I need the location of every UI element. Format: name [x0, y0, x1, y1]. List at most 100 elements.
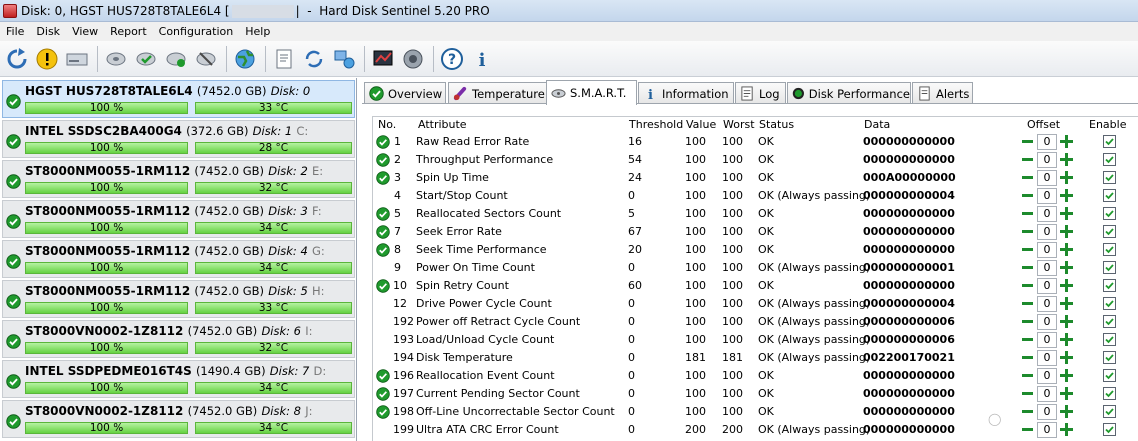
offset-decrease-button[interactable]: [1022, 284, 1033, 287]
offset-decrease-button[interactable]: [1022, 410, 1033, 413]
offset-increase-button[interactable]: [1060, 189, 1073, 202]
chart-icon[interactable]: [369, 45, 397, 73]
offset-decrease-button[interactable]: [1022, 248, 1033, 251]
disk-item[interactable]: ST8000NM0055-1RM112 (7452.0 GB) Disk: 5 …: [2, 280, 355, 318]
table-row[interactable]: 194 Disk Temperature 0 181 181 OK (Always pas…: [373, 349, 1138, 367]
tab-alerts[interactable]: Alerts: [912, 82, 973, 104]
sync-icon[interactable]: [300, 45, 328, 73]
col-value[interactable]: Value: [686, 118, 716, 131]
tab-temperature[interactable]: Temperature: [448, 82, 548, 104]
offset-increase-button[interactable]: [1060, 153, 1073, 166]
offset-decrease-button[interactable]: [1022, 302, 1033, 305]
menu-configuration[interactable]: Configuration: [153, 25, 240, 38]
disk-item[interactable]: ST8000VN0002-1Z8112 (7452.0 GB) Disk: 8 …: [2, 400, 355, 438]
enable-checkbox[interactable]: [1103, 153, 1116, 166]
enable-checkbox[interactable]: [1103, 333, 1116, 346]
offset-value[interactable]: 0: [1037, 188, 1057, 204]
enable-checkbox[interactable]: [1103, 405, 1116, 418]
table-row[interactable]: 197 Current Pending Sector Count 0 100 100 OK…: [373, 385, 1138, 403]
offset-decrease-button[interactable]: [1022, 392, 1033, 395]
enable-checkbox[interactable]: [1103, 297, 1116, 310]
enable-checkbox[interactable]: [1103, 225, 1116, 238]
offset-value[interactable]: 0: [1037, 296, 1057, 312]
offset-value[interactable]: 0: [1037, 260, 1057, 276]
offset-increase-button[interactable]: [1060, 279, 1073, 292]
offset-value[interactable]: 0: [1037, 368, 1057, 384]
table-row[interactable]: 9 Power On Time Count 0 100 100 OK (Always pa…: [373, 259, 1138, 277]
offset-increase-button[interactable]: [1060, 135, 1073, 148]
enable-checkbox[interactable]: [1103, 351, 1116, 364]
tab-log[interactable]: Log: [735, 82, 786, 104]
enable-checkbox[interactable]: [1103, 189, 1116, 202]
offset-value[interactable]: 0: [1037, 278, 1057, 294]
tab-s-m-a-r-t[interactable]: S.M.A.R.T.: [546, 80, 637, 105]
col-threshold[interactable]: Threshold: [629, 118, 683, 131]
drive-icon[interactable]: [63, 45, 91, 73]
enable-checkbox[interactable]: [1103, 207, 1116, 220]
enable-checkbox[interactable]: [1103, 315, 1116, 328]
disk-check-icon[interactable]: [132, 45, 160, 73]
offset-value[interactable]: 0: [1037, 224, 1057, 240]
document-icon[interactable]: [270, 45, 298, 73]
offset-increase-button[interactable]: [1060, 225, 1073, 238]
offset-increase-button[interactable]: [1060, 369, 1073, 382]
web-icon[interactable]: [231, 45, 259, 73]
table-row[interactable]: 198 Off-Line Uncorrectable Sector Count 0 1…: [373, 403, 1138, 421]
enable-checkbox[interactable]: [1103, 135, 1116, 148]
offset-increase-button[interactable]: [1060, 333, 1073, 346]
disk-item[interactable]: INTEL SSDSC2BA400G4 (372.6 GB) Disk: 1 C…: [2, 120, 355, 158]
disk-ok-icon[interactable]: [162, 45, 190, 73]
table-row[interactable]: 3 Spin Up Time 24 100 100 OK 000A00000000 0: [373, 169, 1138, 187]
table-row[interactable]: 5 Reallocated Sectors Count 5 100 100 OK 00000…: [373, 205, 1138, 223]
offset-decrease-button[interactable]: [1022, 338, 1033, 341]
table-row[interactable]: 1 Raw Read Error Rate 16 100 100 OK 0000000000…: [373, 133, 1138, 151]
menu-file[interactable]: File: [0, 25, 30, 38]
table-row[interactable]: 8 Seek Time Performance 20 100 100 OK 00000000…: [373, 241, 1138, 259]
tab-disk-performance[interactable]: Disk Performance: [787, 82, 911, 104]
offset-value[interactable]: 0: [1037, 386, 1057, 402]
offset-increase-button[interactable]: [1060, 297, 1073, 310]
offset-increase-button[interactable]: [1060, 171, 1073, 184]
enable-checkbox[interactable]: [1103, 261, 1116, 274]
offset-increase-button[interactable]: [1060, 207, 1073, 220]
enable-checkbox[interactable]: [1103, 387, 1116, 400]
offset-value[interactable]: 0: [1037, 206, 1057, 222]
offset-increase-button[interactable]: [1060, 423, 1073, 436]
disk-item[interactable]: ST8000NM0055-1RM112 (7452.0 GB) Disk: 3 …: [2, 200, 355, 238]
col-offset[interactable]: Offset: [1027, 118, 1060, 131]
disk-repair-icon[interactable]: [192, 45, 220, 73]
offset-value[interactable]: 0: [1037, 170, 1057, 186]
speaker-icon[interactable]: [399, 45, 427, 73]
tab-overview[interactable]: Overview: [364, 82, 446, 104]
enable-checkbox[interactable]: [1103, 171, 1116, 184]
offset-decrease-button[interactable]: [1022, 158, 1033, 161]
col-status[interactable]: Status: [759, 118, 794, 131]
offset-value[interactable]: 0: [1037, 404, 1057, 420]
col-worst[interactable]: Worst: [723, 118, 755, 131]
offset-decrease-button[interactable]: [1022, 230, 1033, 233]
offset-decrease-button[interactable]: [1022, 140, 1033, 143]
table-row[interactable]: 2 Throughput Performance 54 100 100 OK 0000000…: [373, 151, 1138, 169]
offset-value[interactable]: 0: [1037, 152, 1057, 168]
offset-value[interactable]: 0: [1037, 350, 1057, 366]
table-row[interactable]: 199 Ultra ATA CRC Error Count 0 200 200 OK (A…: [373, 421, 1138, 439]
col-attribute[interactable]: Attribute: [418, 118, 467, 131]
col-no[interactable]: No.: [378, 118, 396, 131]
offset-value[interactable]: 0: [1037, 314, 1057, 330]
table-row[interactable]: 196 Reallocation Event Count 0 100 100 OK 0000…: [373, 367, 1138, 385]
menu-view[interactable]: View: [66, 25, 104, 38]
offset-decrease-button[interactable]: [1022, 266, 1033, 269]
menu-disk[interactable]: Disk: [30, 25, 66, 38]
menu-report[interactable]: Report: [104, 25, 152, 38]
offset-value[interactable]: 0: [1037, 242, 1057, 258]
table-row[interactable]: 12 Drive Power Cycle Count 0 100 100 OK (Alwa…: [373, 295, 1138, 313]
table-row[interactable]: 193 Load/Unload Cycle Count 0 100 100 OK (Alw…: [373, 331, 1138, 349]
table-row[interactable]: 10 Spin Retry Count 60 100 100 OK 000000000000…: [373, 277, 1138, 295]
disk-item[interactable]: ST8000VN0002-1Z8112 (7452.0 GB) Disk: 6 …: [2, 320, 355, 358]
disk-item[interactable]: ST8000NM0055-1RM112 (7452.0 GB) Disk: 2 …: [2, 160, 355, 198]
disk-item[interactable]: HGST HUS728T8TALE6L4 (7452.0 GB) Disk: 0…: [2, 80, 355, 118]
offset-value[interactable]: 0: [1037, 134, 1057, 150]
refresh-icon[interactable]: [3, 45, 31, 73]
offset-decrease-button[interactable]: [1022, 374, 1033, 377]
disk-item[interactable]: ST8000NM0055-1RM112 (7452.0 GB) Disk: 4 …: [2, 240, 355, 278]
